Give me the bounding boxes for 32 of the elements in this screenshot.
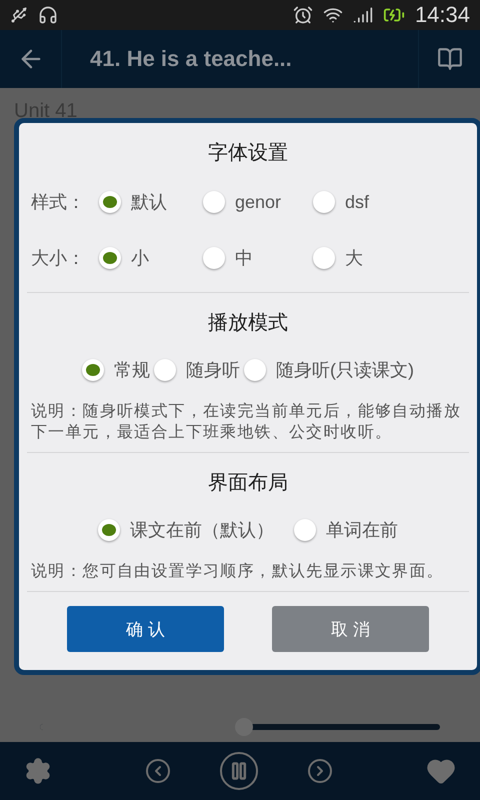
- radio-option[interactable]: 大: [313, 246, 423, 270]
- row-label: 样式：: [31, 191, 86, 214]
- radio-option[interactable]: 随身听(只读课文): [244, 358, 414, 382]
- radio-option[interactable]: 中: [203, 246, 313, 270]
- seek-slider[interactable]: [40, 718, 440, 736]
- pause-button[interactable]: [220, 752, 258, 790]
- layout-note: 说明：您可自由设置学习顺序，默认先显示课文界面。: [31, 560, 445, 581]
- radio-option[interactable]: 小: [99, 246, 203, 270]
- cancel-button[interactable]: 取 消: [272, 606, 429, 652]
- section-title: 播放模式: [208, 309, 288, 336]
- radio-option[interactable]: 常规: [82, 358, 150, 382]
- row-label: 大小：: [31, 247, 86, 270]
- book-icon: [436, 46, 462, 72]
- play-mode-note: 说明：随身听模式下，在读完当前单元后，能够自动播放下一单元，最适合上下班乘地铁、公交时收听。: [31, 400, 462, 442]
- confirm-button[interactable]: 确 认: [67, 606, 224, 652]
- radio-option[interactable]: 课文在前（默认）: [98, 518, 274, 542]
- usb-icon: [10, 6, 28, 24]
- signal-icon: [352, 5, 373, 25]
- lesson-title: 41. He is a teache...: [89, 46, 293, 72]
- previous-button[interactable]: [146, 759, 170, 783]
- headphones-icon: [38, 5, 58, 25]
- pause-icon: [229, 761, 249, 781]
- section-title: 界面布局: [208, 469, 288, 496]
- radio-option[interactable]: 随身听: [154, 358, 240, 382]
- radio-option[interactable]: genor: [203, 191, 313, 213]
- radio-option[interactable]: dsf: [313, 191, 423, 213]
- radio-option[interactable]: 默认: [99, 190, 203, 214]
- alarm-icon: [292, 5, 313, 25]
- clock-time: 14:34: [414, 2, 470, 28]
- next-button[interactable]: [308, 759, 332, 783]
- radio-option[interactable]: 单词在前: [294, 518, 398, 542]
- section-title: 字体设置: [208, 139, 288, 166]
